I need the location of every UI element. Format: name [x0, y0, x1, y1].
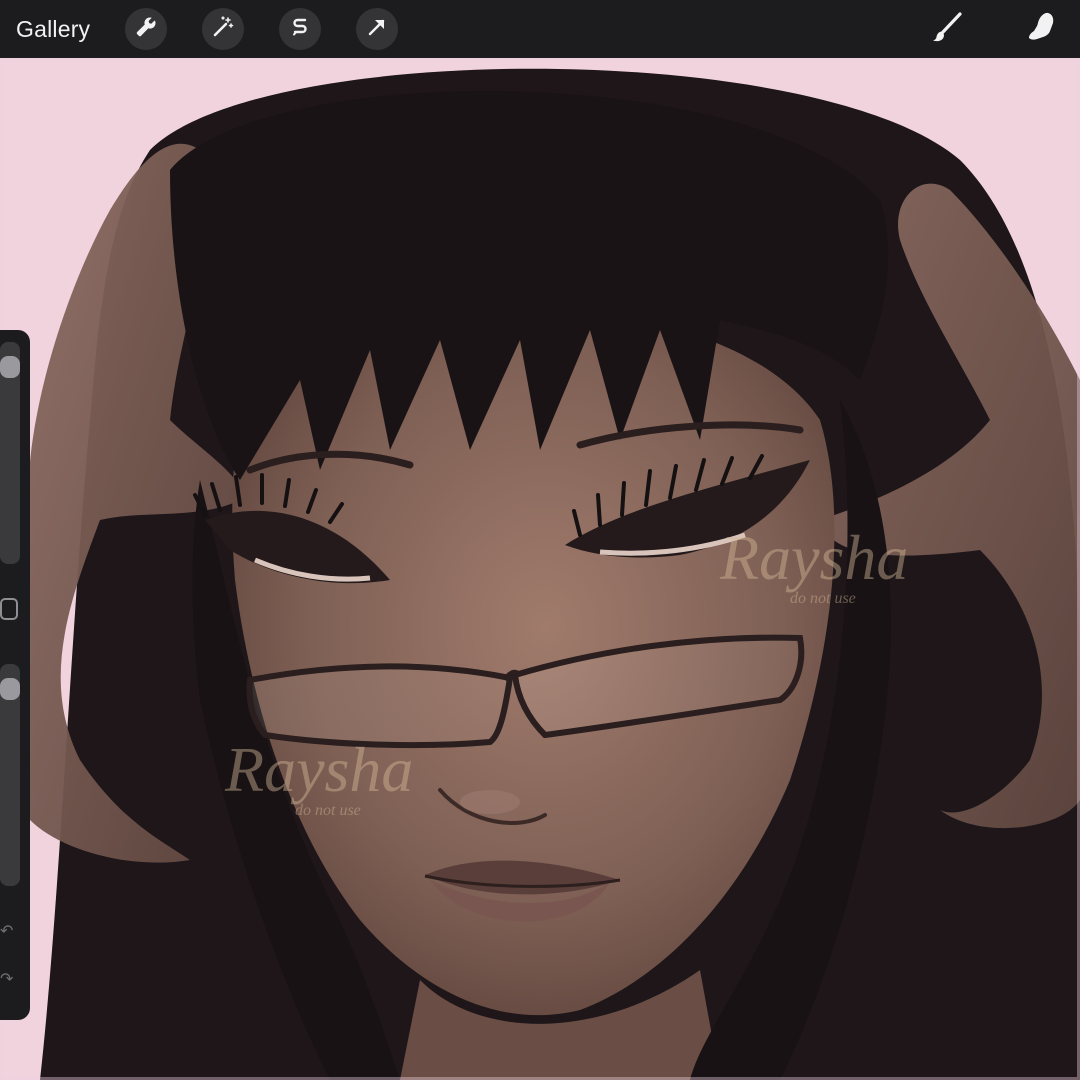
artwork — [0, 58, 1080, 1080]
opacity-thumb[interactable] — [0, 677, 20, 700]
undo-arrow-icon: ↶ — [0, 923, 14, 940]
top-toolbar: Gallery — [0, 0, 1080, 58]
actions-button[interactable] — [125, 8, 167, 50]
selection-button[interactable] — [279, 8, 321, 50]
opacity-slider[interactable] — [0, 664, 20, 886]
gallery-button[interactable]: Gallery — [16, 13, 90, 45]
arrow-cursor-icon — [365, 15, 389, 44]
drawing-canvas[interactable]: Raysha do not use Raysha do not use — [0, 58, 1080, 1080]
transform-button[interactable] — [356, 8, 398, 50]
smudge-finger-icon — [1022, 10, 1058, 51]
redo-arrow-icon: ↷ — [0, 971, 14, 988]
brush-icon — [929, 10, 965, 51]
redo-button[interactable]: ↷ — [0, 970, 20, 990]
left-sidebar: ↶ ↷ — [0, 330, 30, 1020]
wrench-icon — [134, 15, 158, 44]
magic-wand-icon — [211, 15, 235, 44]
brush-size-thumb[interactable] — [0, 355, 20, 378]
brush-size-slider[interactable] — [0, 342, 20, 564]
selection-s-icon — [288, 15, 312, 44]
undo-button[interactable]: ↶ — [0, 922, 20, 942]
adjustments-button[interactable] — [202, 8, 244, 50]
modify-button[interactable] — [0, 598, 18, 620]
smudge-button[interactable] — [1018, 8, 1062, 52]
brush-button[interactable] — [925, 8, 969, 52]
